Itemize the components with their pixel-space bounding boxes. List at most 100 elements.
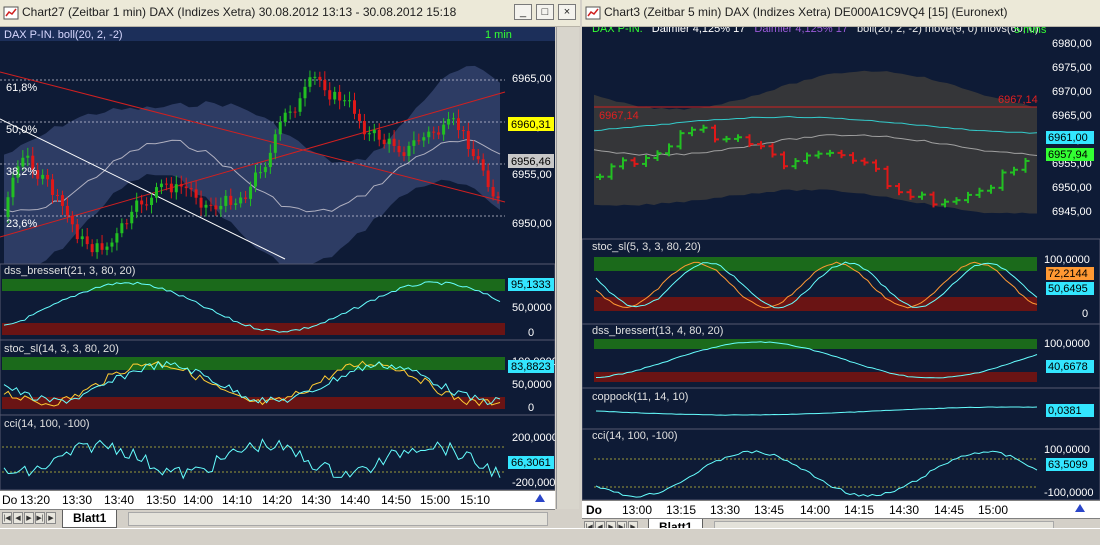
candle	[293, 111, 297, 113]
time-tick-day: Do	[2, 493, 18, 507]
candle	[105, 246, 109, 250]
sheet-tab-blatt1[interactable]: Blatt1	[62, 510, 118, 528]
candle	[209, 204, 213, 206]
fib-500-label: 50,0%	[6, 124, 37, 136]
time-tick: 13:20	[20, 493, 51, 507]
candle	[174, 184, 178, 193]
hline-label-right: 6967,14	[998, 94, 1038, 106]
candle	[432, 131, 436, 133]
candle	[85, 236, 89, 245]
candle	[452, 118, 455, 120]
candle	[120, 223, 124, 234]
legend-daimler: Daimler 4,125% 17	[652, 27, 746, 35]
time-axis: Do 13:00 13:15 13:30 13:45 14:00 14:15 1…	[582, 500, 1100, 519]
candle	[348, 100, 352, 102]
time-tick: 15:00	[420, 493, 451, 507]
candle	[367, 133, 371, 135]
sheet-bar: |◀ ◀ ▶ ▶| ▶ Blatt1	[0, 509, 555, 528]
candle	[75, 224, 79, 240]
candle	[481, 159, 485, 171]
chart3-title: Chart3 (Zeitbar 5 min) DAX (Indizes Xetr…	[604, 5, 1008, 19]
candle	[239, 197, 243, 204]
time-tick: 14:00	[183, 493, 214, 507]
candle	[496, 196, 500, 198]
dss-tick: 50,0000	[512, 302, 552, 314]
candle	[283, 112, 287, 123]
candle	[140, 200, 144, 205]
dss-badge-value: 95,1333	[511, 279, 551, 291]
candle	[95, 243, 99, 253]
time-tick: 15:00	[978, 503, 1009, 517]
chart27-plot[interactable]: DAX P-IN. boll(20, 2, -2) 1 min 61,8% 50…	[0, 27, 562, 491]
price-badge-b-value: 6957,94	[1048, 149, 1088, 161]
candle	[456, 118, 460, 131]
candle	[466, 130, 470, 150]
chart3-titlebar[interactable]: Chart3 (Zeitbar 5 min) DAX (Indizes Xetr…	[582, 0, 1100, 27]
candle	[145, 204, 149, 206]
candle	[447, 119, 451, 125]
fib-618-label: 61,8%	[6, 82, 37, 94]
candle	[427, 131, 431, 138]
candle	[298, 98, 302, 112]
next-sheet-button[interactable]: ▶	[24, 512, 34, 524]
chart3-window[interactable]: Chart3 (Zeitbar 5 min) DAX (Indizes Xetr…	[582, 0, 1100, 544]
stoc-badge-a-value: 72,2144	[1048, 268, 1088, 280]
candle	[46, 174, 50, 180]
candle	[249, 186, 253, 199]
oversold-zone	[594, 372, 1037, 382]
candle	[442, 124, 446, 135]
minimize-button[interactable]: _	[514, 4, 532, 20]
close-button[interactable]: ×	[558, 4, 576, 20]
cci-legend: cci(14, 100, -100)	[592, 430, 678, 442]
candle	[11, 177, 15, 198]
time-tick-day: Do	[586, 503, 602, 517]
time-tick: 13:30	[62, 493, 93, 507]
candle	[397, 146, 401, 153]
candle	[51, 179, 55, 195]
time-tick: 14:30	[301, 493, 332, 507]
time-tick: 14:15	[844, 503, 875, 517]
chart27-canvas[interactable]: DAX P-IN. boll(20, 2, -2) 1 min 61,8% 50…	[0, 27, 562, 491]
chart3-canvas[interactable]: DAX P-IN. Daimler 4,125% 17 Daimler 4,12…	[582, 23, 1100, 501]
chart3-legend-line: DAX P-IN. Daimler 4,125% 17 Daimler 4,12…	[592, 27, 1039, 35]
candle	[179, 184, 183, 187]
candle	[328, 90, 332, 100]
price-tick: 6955,00	[512, 169, 552, 181]
legend-daimler-2: Daimler 4,125% 17	[754, 27, 848, 35]
candle	[382, 139, 386, 145]
overbought-zone	[594, 339, 1037, 349]
last-sheet-button[interactable]: ▶|	[35, 512, 45, 524]
candle	[471, 149, 475, 157]
candle	[362, 120, 366, 135]
candle	[417, 140, 421, 142]
time-tick: 15:10	[460, 493, 491, 507]
horizontal-scrollbar[interactable]	[128, 512, 548, 526]
candle	[26, 155, 30, 158]
oversold-zone	[594, 297, 1037, 311]
scroll-arrow-icon[interactable]	[1072, 501, 1088, 515]
hline-label-left: 6967,14	[599, 110, 639, 122]
prev-sheet-button[interactable]: ◀	[13, 512, 23, 524]
chart27-window[interactable]: Chart27 (Zeitbar 1 min) DAX (Indizes Xet…	[0, 0, 580, 544]
first-sheet-button[interactable]: |◀	[2, 512, 12, 524]
candle	[115, 233, 119, 243]
candle	[372, 129, 376, 134]
price-tick: 6950,00	[512, 218, 552, 230]
sheet-nav-button[interactable]: ▶	[46, 512, 56, 524]
chart3-plot[interactable]: DAX P-IN. Daimler 4,125% 17 Daimler 4,12…	[582, 23, 1100, 501]
chart27-vertical-toolbar[interactable]	[556, 27, 579, 509]
candle	[323, 79, 327, 91]
stoc-tick: 0	[1082, 308, 1088, 320]
candle	[254, 172, 257, 187]
candle	[303, 86, 307, 99]
candle	[412, 140, 416, 146]
chart27-titlebar[interactable]: Chart27 (Zeitbar 1 min) DAX (Indizes Xet…	[0, 0, 580, 27]
cci-legend: cci(14, 100, -100)	[4, 418, 90, 430]
current-price-value: 6960,31	[511, 119, 551, 131]
candle	[308, 77, 312, 87]
maximize-button[interactable]: □	[536, 4, 554, 20]
candle	[461, 130, 465, 132]
candle	[333, 91, 337, 100]
scroll-arrow-icon[interactable]	[532, 491, 548, 505]
time-tick: 14:20	[262, 493, 293, 507]
